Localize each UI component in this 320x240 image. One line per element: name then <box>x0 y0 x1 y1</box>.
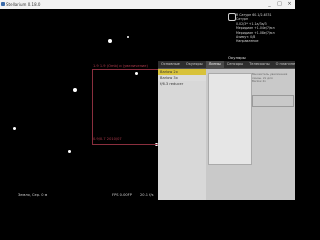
panel-title: Окуляры <box>228 55 246 60</box>
maximize-button[interactable]: □ <box>275 1 284 7</box>
star[interactable] <box>108 39 112 43</box>
star[interactable] <box>68 150 71 153</box>
tab-eyepieces[interactable]: Окуляры <box>183 61 206 68</box>
star[interactable] <box>13 127 16 130</box>
list-item[interactable]: f/6.3 reducer <box>158 81 206 87</box>
oculars-panel: Окуляры Основные Окуляры Линзы Сенсоры Те… <box>158 55 295 200</box>
fov-label-top: 1.9 1.9 (Omb) и (увеличение) <box>93 64 148 68</box>
tab-main[interactable]: Основные <box>158 61 183 68</box>
ocular-fov-frame <box>92 69 160 145</box>
close-button[interactable]: × <box>285 1 294 7</box>
lens-list: Barlow 2x Barlow 3x f/6.3 reducer <box>158 69 206 200</box>
tab-3[interactable]: Сенсоры <box>224 61 246 68</box>
extra-status-text: 20.1 f/s <box>140 193 154 197</box>
fov-label-bottom: 0.9/0.7 2010/07 <box>93 137 122 141</box>
panel-tabs: Основные Окуляры Линзы Сенсоры Телескопы О… <box>158 61 295 69</box>
tab-4[interactable]: Телескопы <box>246 61 272 68</box>
lens-settings-area <box>208 73 252 165</box>
info-line: Направление <box>236 39 259 44</box>
lens-description: Множитель увеличения линзы. 2x для Barlo… <box>252 72 292 84</box>
star[interactable] <box>127 36 129 38</box>
app-icon <box>1 2 5 6</box>
tab-5[interactable]: О плагине <box>273 61 299 68</box>
window-title: Stellarium 0.18.0 <box>6 2 41 7</box>
fps-text: FPS 0.00FP <box>112 193 132 197</box>
star[interactable] <box>73 88 77 92</box>
lens-details: Множитель увеличения линзы. 2x для Barlo… <box>206 69 295 200</box>
multiplier-input[interactable] <box>252 95 294 107</box>
tab-lenses[interactable]: Линзы <box>205 61 224 68</box>
object-type-icon <box>228 13 236 21</box>
minimize-button[interactable]: _ <box>265 1 274 7</box>
location-text: Земля, Сер. 0 м <box>18 193 48 197</box>
window-controls: _ □ × <box>265 1 294 7</box>
description-line: Barlow 2x <box>252 79 266 84</box>
status-bar: Земля, Сер. 0 м FPS 0.00FP 20.1 f/s <box>0 191 158 200</box>
info-line: Меридиан +1.04e/7/мл <box>236 26 275 31</box>
